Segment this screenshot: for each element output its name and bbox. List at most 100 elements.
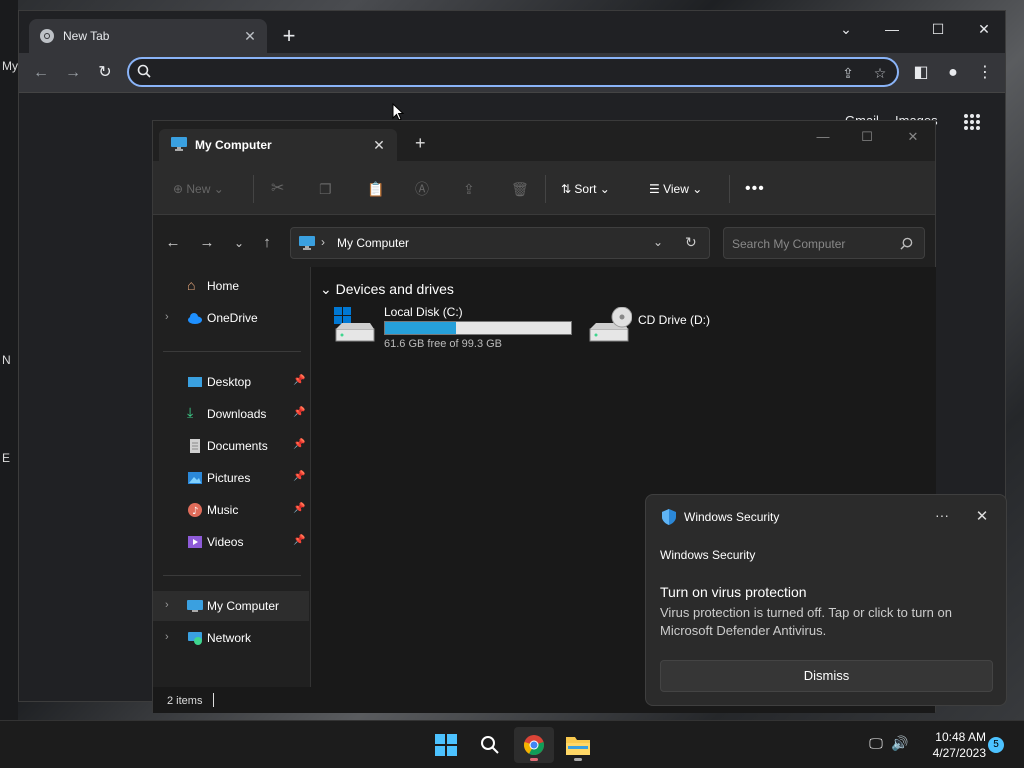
drive-name: CD Drive (D:) <box>638 313 710 327</box>
drive-local-disk-c[interactable]: Local Disk (C:) 61.6 GB free of 99.3 GB <box>332 305 572 355</box>
cloud-icon <box>188 313 202 324</box>
minimize-icon[interactable]: — <box>869 15 915 43</box>
group-header[interactable]: ⌄ Devices and drives <box>320 281 454 298</box>
sidebar-item-label: Pictures <box>207 471 251 485</box>
drive-cd-d[interactable]: CD Drive (D:) <box>586 305 736 355</box>
chrome-tab-title: New Tab <box>63 29 110 43</box>
refresh-icon[interactable]: ↻ <box>685 234 697 251</box>
drive-usage-fill <box>385 322 456 334</box>
view-label: View <box>663 182 689 196</box>
address-bar[interactable]: › My Computer ⌄ ↻ <box>290 227 710 259</box>
shield-icon <box>662 509 676 525</box>
desktop-icon-label: E <box>2 451 11 465</box>
chrome-menu-icon[interactable]: ⋮ <box>973 61 997 85</box>
forward-icon[interactable]: → <box>197 233 217 253</box>
view-button[interactable]: ☰ View ⌄ <box>649 178 702 200</box>
desktop-icon-label: N <box>2 353 11 367</box>
maximize-icon[interactable]: ☐ <box>915 15 961 43</box>
pin-icon: 📌 <box>293 503 306 514</box>
sort-label: Sort <box>574 182 597 196</box>
chrome-tab-new-tab[interactable]: New Tab ✕ <box>29 19 267 53</box>
svg-text:♪: ♪ <box>192 506 198 517</box>
recent-locations-icon[interactable]: ⌄ <box>229 233 249 253</box>
share-icon[interactable]: ⇪ <box>463 178 475 200</box>
omnibox-input[interactable] <box>159 62 819 82</box>
up-icon[interactable]: ↑ <box>257 233 277 253</box>
command-bar: ⊕ New ⌄ ✂ ❐ 📋 Ⓐ ⇪ 🗑 ⇅ Sort ⌄ ☰ View ⌄ ••… <box>153 161 935 215</box>
sidebar-item-pictures[interactable]: Pictures 📌 <box>153 463 309 493</box>
new-tab-button[interactable]: + <box>277 25 301 49</box>
divider <box>545 175 546 203</box>
close-icon[interactable]: ✕ <box>369 135 389 155</box>
close-window-icon[interactable]: ✕ <box>961 15 1007 43</box>
notification-app-name: Windows Security <box>684 510 780 524</box>
home-icon: ⌂ <box>187 277 196 293</box>
sidebar-item-music[interactable]: ♪ Music 📌 <box>153 495 309 525</box>
notification-count-badge[interactable]: 5 <box>988 737 1004 753</box>
google-apps-icon[interactable] <box>963 113 981 131</box>
more-options-icon[interactable]: ··· <box>932 507 952 527</box>
chevron-right-icon[interactable]: › <box>165 311 169 323</box>
maximize-icon[interactable]: ☐ <box>847 125 887 149</box>
monitor-icon <box>299 236 315 250</box>
search-input[interactable] <box>732 235 892 253</box>
omnibox[interactable]: ⇪ ☆ <box>127 57 899 87</box>
back-icon[interactable]: ← <box>29 61 53 85</box>
back-icon[interactable]: ← <box>163 233 183 253</box>
dismiss-button[interactable]: Dismiss <box>660 660 993 692</box>
sidebar-item-downloads[interactable]: ⤓ Downloads 📌 <box>153 399 309 429</box>
sidebar-item-label: Downloads <box>207 407 267 421</box>
sidebar-item-videos[interactable]: Videos 📌 <box>153 527 309 557</box>
chevron-right-icon[interactable]: › <box>165 631 169 643</box>
sidebar-item-desktop[interactable]: Desktop 📌 <box>153 367 309 397</box>
desktop-folder-icon <box>188 377 202 387</box>
sidebar-item-home[interactable]: ⌂ Home <box>153 271 309 301</box>
divider <box>253 175 254 203</box>
see-more-icon[interactable]: ••• <box>745 178 765 200</box>
rename-icon[interactable]: Ⓐ <box>415 178 429 200</box>
sidebar-item-documents[interactable]: Documents 📌 <box>153 431 309 461</box>
notification-attribution: Windows Security <box>660 548 756 562</box>
tab-search-icon[interactable]: ⌄ <box>823 15 869 43</box>
chevron-down-icon[interactable]: ⌄ <box>653 235 663 249</box>
taskbar-chrome[interactable] <box>514 727 554 763</box>
bookmark-star-icon[interactable]: ☆ <box>871 64 889 82</box>
chevron-right-icon[interactable]: › <box>165 599 169 611</box>
share-icon[interactable]: ⇪ <box>839 64 857 82</box>
explorer-titlebar: My Computer ✕ + — ☐ ✕ <box>153 121 935 161</box>
paste-icon[interactable]: 📋 <box>367 178 384 200</box>
chrome-logo-icon <box>40 29 54 43</box>
copy-icon[interactable]: ❐ <box>319 178 332 200</box>
forward-icon[interactable]: → <box>61 61 85 85</box>
sidebar-item-onedrive[interactable]: › OneDrive <box>153 303 309 333</box>
sort-button[interactable]: ⇅ Sort ⌄ <box>561 178 610 200</box>
reload-icon[interactable]: ↻ <box>93 61 117 85</box>
sidebar-item-network[interactable]: › Network <box>153 623 309 653</box>
taskbar-file-explorer[interactable] <box>558 727 598 763</box>
item-count: 2 items <box>167 695 203 707</box>
windows-security-notification[interactable]: Windows Security ··· ✕ Windows Security … <box>645 494 1007 706</box>
music-icon: ♪ <box>188 503 202 517</box>
search-button[interactable] <box>470 727 510 763</box>
volume-icon[interactable]: 🔊 <box>890 735 910 755</box>
sidebar-item-my-computer[interactable]: › My Computer <box>153 591 309 621</box>
minimize-icon[interactable]: — <box>803 125 843 149</box>
new-tab-button[interactable]: + <box>415 133 426 154</box>
search-box[interactable] <box>723 227 925 259</box>
close-icon[interactable]: ✕ <box>241 27 259 45</box>
sidebar-item-label: My Computer <box>207 599 280 613</box>
system-clock[interactable]: 10:48 AM 4/27/2023 <box>920 729 986 761</box>
explorer-tab-my-computer[interactable]: My Computer ✕ <box>159 129 397 161</box>
close-icon[interactable]: ✕ <box>972 507 992 527</box>
chrome-toolbar: ← → ↻ ⇪ ☆ ◧ ● ⋮ <box>19 53 1005 93</box>
delete-icon[interactable]: 🗑 <box>511 178 529 200</box>
cut-icon[interactable]: ✂ <box>271 178 284 200</box>
video-icon <box>188 536 202 548</box>
new-button[interactable]: ⊕ New ⌄ <box>173 178 224 200</box>
document-icon <box>190 439 200 453</box>
side-panel-icon[interactable]: ◧ <box>909 61 933 85</box>
start-button[interactable] <box>426 727 466 763</box>
profile-icon[interactable]: ● <box>941 61 965 85</box>
network-icon[interactable]: 🖵 <box>866 735 886 755</box>
close-window-icon[interactable]: ✕ <box>893 125 933 149</box>
